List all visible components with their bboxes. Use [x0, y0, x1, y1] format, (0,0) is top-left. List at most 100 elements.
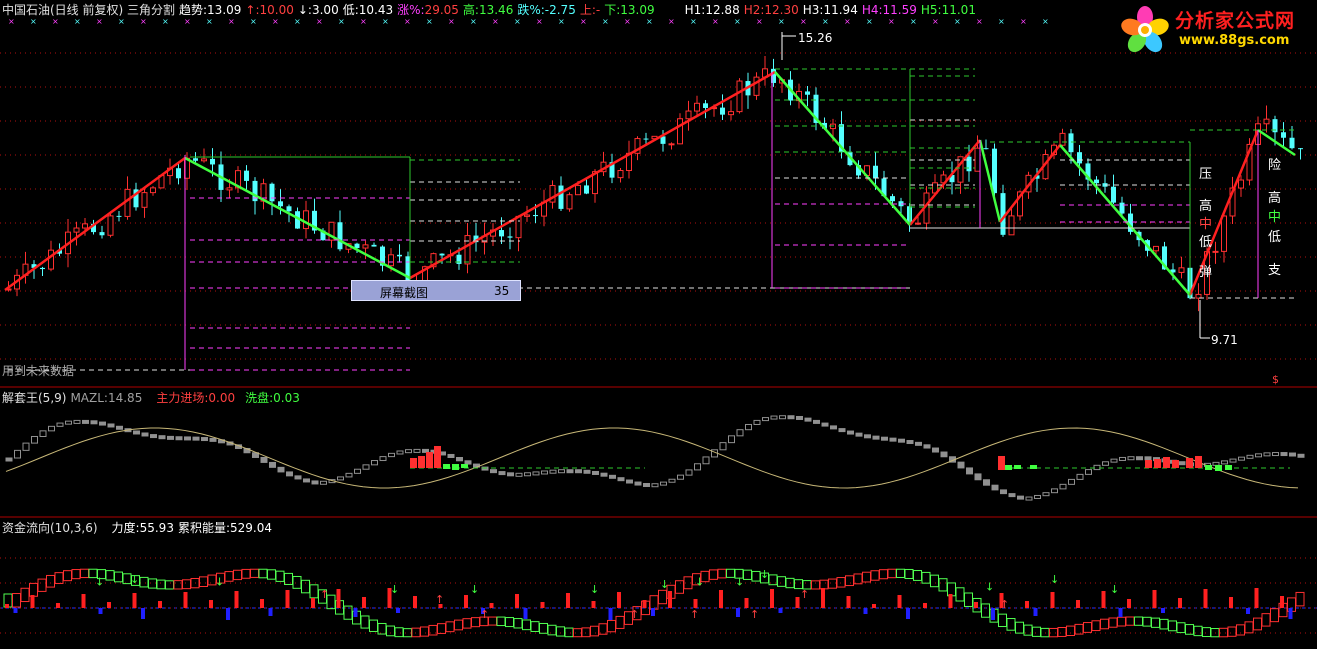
zone-label-ya: 压 — [1199, 167, 1213, 182]
buy-arrow-icon: ↓ — [695, 576, 704, 589]
flow-box — [241, 568, 251, 579]
indicator-zijinliuxiang-chart[interactable]: ↓ ↓ ↓↓ ↓ ↓ ↓ ↓ ↓↓↓↓↓↑ ↑↑ ↑ ↑ ↑↑↑ — [0, 518, 1317, 649]
candle-body-up — [974, 147, 981, 172]
buy-arrow-icon: ↓ — [985, 581, 994, 594]
flow-box — [530, 621, 540, 632]
right-label-gao: 高 — [1268, 191, 1282, 206]
flow-box — [1244, 621, 1254, 634]
zljc-bar — [1172, 460, 1179, 468]
flow-bar-red — [183, 592, 188, 608]
sell-arrow-icon: ↑ — [630, 608, 639, 621]
jietao-bar — [201, 437, 208, 442]
tooltip-label: 屏幕截图 — [380, 286, 429, 300]
jietao-bar — [915, 441, 922, 446]
flow-box — [258, 568, 268, 579]
candle-body-down — [278, 201, 283, 207]
flow-box — [173, 580, 183, 590]
candle-body-down — [116, 215, 122, 217]
flow-box — [505, 617, 514, 628]
candle-body-down — [643, 138, 649, 140]
flow-box — [1253, 617, 1262, 631]
zljc-bar — [1186, 458, 1193, 468]
buy-arrow-icon: ↓ — [390, 583, 399, 596]
zljc-bar — [998, 456, 1005, 470]
price-chart[interactable]: × × × × × × × × × × × × × × × × × × × × × × × × × × × × × × × × × × × × × × × ×… — [0, 0, 1317, 388]
flow-bar-red — [617, 592, 621, 608]
jietao-bar — [1042, 492, 1050, 497]
flow-bar-red — [566, 593, 570, 608]
top-marker: × — [404, 17, 411, 26]
right-label-zhong: 中 — [1268, 210, 1282, 225]
jietao-bar — [1102, 461, 1109, 466]
flow-box — [71, 569, 81, 580]
jietao-bar — [1221, 460, 1228, 465]
flow-bar-blue — [778, 608, 783, 613]
flow-box — [1083, 622, 1092, 633]
flow-box — [870, 570, 880, 581]
jietao-bar — [1119, 456, 1126, 461]
flow-box — [947, 582, 956, 597]
top-marker: × — [492, 17, 499, 26]
flow-box — [165, 580, 174, 590]
flow-box — [964, 592, 973, 607]
jietao-bar — [447, 453, 455, 458]
flow-box — [564, 627, 574, 638]
zljc-bar — [1163, 457, 1170, 468]
jietao-bar — [932, 447, 939, 453]
jietao-bar — [362, 464, 370, 470]
screenshot-tooltip[interactable]: 屏幕截图 35 — [351, 280, 521, 301]
flow-bar-red — [642, 600, 647, 608]
flow-bar-red — [923, 603, 927, 608]
jietao-bar — [634, 481, 642, 486]
jietao-bar — [1093, 464, 1101, 471]
top-marker: × — [426, 17, 433, 26]
candle-body-down — [1281, 132, 1286, 138]
indicator-jietaowang-panel: 解套王(5,9) MAZL:14.85 主力进场:0.00 洗盘:0.03 — [0, 388, 1317, 518]
buy-arrow-icon: ↓ — [215, 576, 224, 589]
flow-bar-blue — [608, 608, 613, 620]
flow-box — [998, 613, 1007, 628]
flow-box — [556, 626, 565, 637]
flow-box — [63, 570, 72, 582]
candle-body-down — [269, 183, 275, 202]
flow-bar-blue — [1246, 608, 1250, 614]
flow-box — [1168, 620, 1177, 632]
indicator-jietaowang-chart[interactable] — [0, 388, 1317, 518]
top-marker: × — [888, 17, 895, 26]
top-marker: × — [30, 17, 37, 26]
jietao-bar — [677, 474, 684, 480]
jietao-bar — [56, 422, 64, 427]
jietao-bar — [99, 421, 106, 426]
jietao-bar — [107, 423, 115, 428]
flow-bar-red — [795, 597, 800, 608]
candle-body-down — [286, 206, 292, 212]
flow-box — [887, 568, 897, 579]
flow-bar-blue — [268, 608, 273, 616]
sell-arrow-icon: ↑ — [320, 588, 329, 601]
jietao-bar — [82, 419, 89, 424]
flow-bar-red — [56, 603, 60, 608]
top-marker: × — [382, 17, 389, 26]
candle-body-up — [736, 80, 743, 113]
jietao-bar — [1289, 452, 1296, 457]
dollar-marker: $ — [1272, 373, 1279, 386]
indicator-zijinliuxiang-panel: 资金流向(10,3,6) 力度:55.93 累积能量:529.04 ↓ ↓ ↓ ↓ ↓ ↓ ↓ ↓… — [0, 518, 1317, 649]
flow-box — [1032, 626, 1041, 637]
jietao-bar — [1136, 456, 1143, 461]
flow-bar-red — [1152, 590, 1157, 608]
flow-box — [709, 569, 718, 580]
jietao-bar — [269, 461, 276, 468]
flow-box — [20, 587, 30, 603]
right-label-zhi: 支 — [1268, 263, 1282, 278]
jietao-bar — [898, 438, 905, 443]
candle-body-down — [890, 196, 895, 202]
flow-bar-red — [948, 594, 953, 608]
candle-body-up — [82, 223, 88, 229]
flow-box — [420, 626, 429, 637]
flow-bar-red — [260, 599, 264, 608]
jietao-bar — [1051, 488, 1058, 494]
candle-body-down — [99, 232, 105, 236]
jietao-bar — [286, 471, 293, 477]
trend-line — [409, 70, 776, 280]
candle-body-down — [1289, 137, 1295, 149]
